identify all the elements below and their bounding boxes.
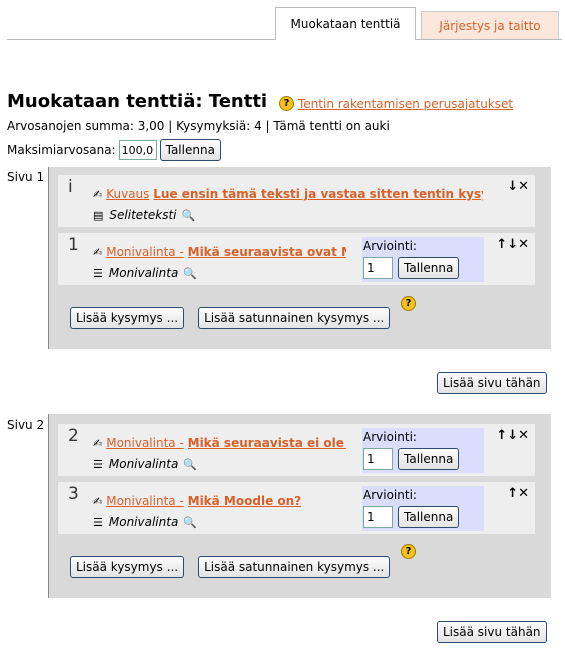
edit-pencil-icon[interactable]: ✍	[93, 188, 102, 201]
page-title: Muokataan tenttiä: Tentti	[7, 91, 268, 112]
question-subtype: Monivalinta	[108, 266, 179, 280]
question-subtype-row: ☰ Monivalinta 🔍	[93, 457, 197, 471]
question-subtype-row: ▤ Seliteteksti 🔍	[93, 208, 195, 222]
question-number: i	[68, 177, 73, 197]
max-grade-row: Maksimiarvosana: Tallenna	[7, 139, 221, 161]
edit-pencil-icon[interactable]: ✍	[93, 246, 102, 259]
multichoice-icon: ☰	[93, 266, 103, 280]
page-label: Sivu 1	[7, 170, 45, 184]
max-grade-input[interactable]	[118, 140, 157, 160]
edit-pencil-icon[interactable]: ✍	[93, 495, 102, 508]
quiz-summary: Arvosanojen summa: 3,00 | Kysymyksiä: 4 …	[7, 119, 390, 133]
tab-bar: Muokataan tenttiä Järjestys ja taitto	[0, 0, 565, 40]
multichoice-icon: ☰	[93, 515, 103, 529]
grading-input[interactable]	[363, 257, 393, 279]
question-title-link[interactable]: Lue ensin tämä teksti ja vastaa sitten t…	[153, 187, 483, 201]
question-title-link[interactable]: Mikä Moodle on?	[188, 494, 302, 508]
add-buttons-row: Lisää kysymys ... Lisää satunnainen kysy…	[70, 556, 391, 578]
page-label: Sivu 2	[7, 418, 45, 432]
help-link-text[interactable]: Tentin rakentamisen perusajatukset	[298, 97, 513, 111]
grading-box: Arviointi: Tallenna	[362, 428, 484, 473]
grading-box: Arviointi: Tallenna	[362, 486, 484, 531]
question-subtype: Seliteteksti	[109, 208, 177, 222]
help-icon[interactable]: ?	[401, 296, 416, 311]
description-icon: ▤	[93, 208, 104, 222]
question-number: 1	[68, 235, 79, 255]
grading-save-button[interactable]: Tallenna	[398, 448, 460, 470]
grading-box: Arviointi: Tallenna	[362, 237, 484, 282]
question-item: 1 ✍ Monivalinta - Mikä seuraavista ovat …	[58, 233, 535, 285]
question-move-delete-controls[interactable]: ↑↓✕	[496, 428, 529, 443]
preview-magnifier-icon[interactable]: 🔍	[182, 209, 196, 222]
add-buttons-row: Lisää kysymys ... Lisää satunnainen kysy…	[70, 307, 391, 329]
question-move-delete-controls[interactable]: ↓✕	[507, 179, 529, 194]
add-page-button[interactable]: Lisää sivu tähän	[437, 621, 547, 643]
question-number: 3	[68, 484, 79, 504]
question-move-delete-controls[interactable]: ↑↓✕	[496, 237, 529, 252]
grading-save-button[interactable]: Tallenna	[398, 257, 460, 279]
tab-edit-quiz[interactable]: Muokataan tenttiä	[275, 7, 416, 40]
grading-save-button[interactable]: Tallenna	[398, 506, 460, 528]
question-type-link[interactable]: Monivalinta -	[106, 494, 184, 508]
add-question-button[interactable]: Lisää kysymys ...	[70, 307, 185, 329]
question-number: 2	[68, 426, 79, 446]
help-icon[interactable]: ?	[279, 96, 294, 111]
grading-label: Arviointi:	[363, 430, 417, 444]
question-type-link[interactable]: Monivalinta -	[106, 436, 184, 450]
question-move-delete-controls[interactable]: ↑✕	[507, 486, 529, 501]
help-icon[interactable]: ?	[401, 544, 416, 559]
multichoice-icon: ☰	[93, 457, 103, 471]
question-type-link[interactable]: Kuvaus	[106, 187, 149, 201]
grading-input[interactable]	[363, 506, 393, 528]
question-item: i ✍ Kuvaus Lue ensin tämä teksti ja vast…	[58, 175, 535, 227]
question-type-link[interactable]: Monivalinta -	[106, 245, 184, 259]
max-grade-save-button[interactable]: Tallenna	[159, 139, 221, 161]
grading-input[interactable]	[363, 448, 393, 470]
question-subtype-row: ☰ Monivalinta 🔍	[93, 266, 197, 280]
question-item: 2 ✍ Monivalinta - Mikä seuraavista ei ol…	[58, 424, 535, 476]
preview-magnifier-icon[interactable]: 🔍	[183, 267, 197, 280]
question-subtype: Monivalinta	[108, 515, 179, 529]
edit-pencil-icon[interactable]: ✍	[93, 437, 102, 450]
question-title-row: ✍ Kuvaus Lue ensin tämä teksti ja vastaa…	[93, 187, 533, 201]
grading-label: Arviointi:	[363, 488, 417, 502]
question-title-link[interactable]: Mikä seuraavista ei ole Moodle	[188, 436, 346, 450]
question-subtype-row: ☰ Monivalinta 🔍	[93, 515, 197, 529]
add-page-button[interactable]: Lisää sivu tähän	[437, 372, 547, 394]
question-title-link[interactable]: Mikä seuraavista ovat Moodlen	[188, 245, 346, 259]
grading-label: Arviointi:	[363, 239, 417, 253]
add-question-button[interactable]: Lisää kysymys ...	[70, 556, 185, 578]
question-subtype: Monivalinta	[108, 457, 179, 471]
question-item: 3 ✍ Monivalinta - Mikä Moodle on? ☰ Moni…	[58, 482, 535, 534]
add-random-question-button[interactable]: Lisää satunnainen kysymys ...	[198, 307, 391, 329]
add-random-question-button[interactable]: Lisää satunnainen kysymys ...	[198, 556, 391, 578]
preview-magnifier-icon[interactable]: 🔍	[183, 458, 197, 471]
max-grade-label: Maksimiarvosana:	[7, 143, 116, 157]
tab-order-layout[interactable]: Järjestys ja taitto	[421, 11, 559, 39]
preview-magnifier-icon[interactable]: 🔍	[183, 516, 197, 529]
help-link[interactable]: ? Tentin rakentamisen perusajatukset	[279, 96, 513, 111]
